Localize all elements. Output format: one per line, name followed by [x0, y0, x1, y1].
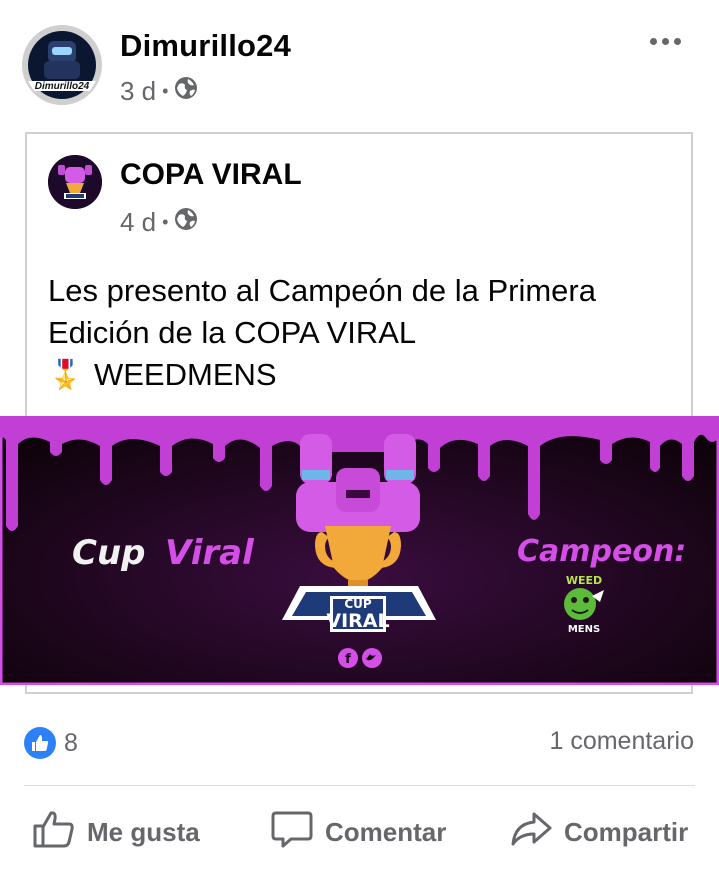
banner-viral-text: Viral [165, 533, 255, 573]
avatar-image: Dimurillo24 [22, 25, 102, 105]
comment-button[interactable]: Comentar [271, 810, 446, 854]
share-label: Compartir [564, 816, 689, 847]
divider [24, 785, 695, 786]
medal-icon: 🎖️ [48, 359, 83, 390]
dot [673, 37, 681, 45]
comment-label: Comentar [325, 816, 447, 847]
page-name[interactable]: COPA VIRAL [120, 158, 302, 192]
post-meta: 3 d • [120, 76, 198, 107]
svg-text:f: f [345, 652, 351, 667]
globe-icon [174, 76, 198, 107]
post-text-line: 🎖️ WEEDMENS [48, 354, 688, 396]
post-text: Les presento al Campeón de la Primera Ed… [48, 270, 688, 396]
banner-campeon-text: Campeon: [517, 534, 686, 569]
reactions-summary[interactable]: 8 [24, 727, 78, 759]
likes-count: 8 [64, 728, 78, 757]
shared-post-time[interactable]: 4 d [120, 207, 156, 238]
avatar-label: Dimurillo24 [35, 81, 90, 92]
globe-icon [174, 207, 198, 238]
post-text-line: Edición de la COPA VIRAL [48, 315, 417, 350]
logo-viral-text: VIRAL [326, 610, 389, 632]
share-button[interactable]: Compartir [510, 810, 688, 854]
comment-bubble-icon [271, 810, 313, 855]
dot [661, 37, 669, 45]
winner-top-text: WEED [566, 574, 602, 587]
post-time[interactable]: 3 d [120, 76, 156, 107]
like-reaction-icon [24, 727, 56, 759]
more-options-button[interactable] [645, 28, 685, 54]
meta-separator: • [162, 212, 169, 232]
page-avatar[interactable] [48, 155, 102, 209]
winner-name: WEEDMENS [94, 357, 277, 392]
banner-image[interactable]: Cup Viral CUP VIRAL f Campeon: WEED MENS [0, 415, 719, 686]
logo-cup-text: CUP [344, 597, 372, 611]
banner-cup-text: Cup [72, 533, 146, 573]
author-name[interactable]: Dimurillo24 [120, 28, 291, 64]
like-label: Me gusta [87, 816, 200, 847]
shared-post-meta: 4 d • [120, 207, 198, 238]
like-button[interactable]: Me gusta [33, 810, 200, 854]
copa-viral-logo-icon [48, 155, 102, 209]
winner-bottom-text: MENS [568, 624, 600, 635]
author-avatar[interactable]: Dimurillo24 [22, 25, 102, 105]
dot [649, 37, 657, 45]
meta-separator: • [162, 81, 169, 101]
thumbs-up-icon [33, 810, 75, 855]
share-arrow-icon [510, 810, 552, 855]
post-text-line: Les presento al Campeón de la Primera [48, 273, 596, 308]
comments-count[interactable]: 1 comentario [549, 727, 694, 756]
